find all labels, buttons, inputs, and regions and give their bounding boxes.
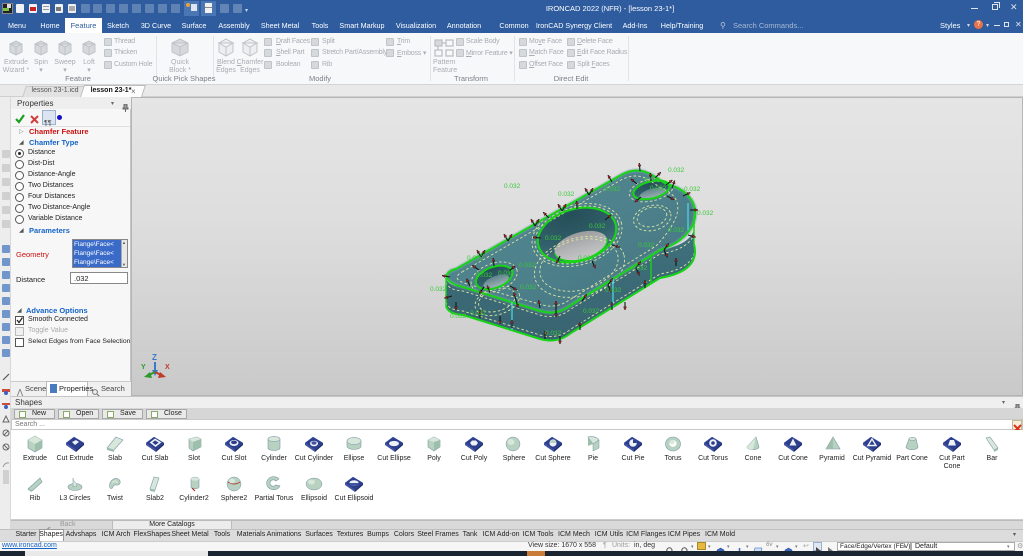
svg-text:0.032: 0.032 bbox=[498, 270, 515, 277]
svg-text:0.032: 0.032 bbox=[668, 167, 685, 174]
svg-text:0.032: 0.032 bbox=[644, 177, 661, 184]
svg-text:0.032: 0.032 bbox=[450, 313, 467, 320]
svg-text:0.032: 0.032 bbox=[578, 255, 595, 262]
svg-text:Z: Z bbox=[152, 353, 157, 362]
svg-text:0.032: 0.032 bbox=[545, 330, 562, 337]
svg-text:0.032: 0.032 bbox=[467, 255, 484, 262]
svg-text:0.032: 0.032 bbox=[545, 235, 562, 242]
svg-text:0.032: 0.032 bbox=[589, 223, 606, 230]
svg-text:0.032: 0.032 bbox=[631, 265, 648, 272]
svg-text:X: X bbox=[165, 364, 170, 371]
svg-text:Y: Y bbox=[141, 364, 146, 371]
svg-text:0.032: 0.032 bbox=[520, 284, 537, 291]
svg-text:0.032: 0.032 bbox=[430, 286, 447, 293]
svg-text:0.032: 0.032 bbox=[668, 227, 685, 234]
svg-text:0.032: 0.032 bbox=[558, 191, 575, 198]
svg-text:0.032: 0.032 bbox=[519, 262, 536, 269]
svg-text:0.032: 0.032 bbox=[604, 186, 621, 193]
svg-text:0.032: 0.032 bbox=[684, 186, 701, 193]
svg-text:0.032: 0.032 bbox=[638, 242, 655, 249]
svg-text:0.032: 0.032 bbox=[650, 185, 667, 192]
svg-text:0.032: 0.032 bbox=[697, 210, 714, 217]
svg-text:0.032: 0.032 bbox=[476, 272, 493, 279]
svg-text:0.032: 0.032 bbox=[504, 183, 521, 190]
svg-text:0.032: 0.032 bbox=[470, 310, 487, 317]
svg-text:0.032: 0.032 bbox=[583, 308, 600, 315]
svg-text:0.032: 0.032 bbox=[605, 287, 622, 294]
